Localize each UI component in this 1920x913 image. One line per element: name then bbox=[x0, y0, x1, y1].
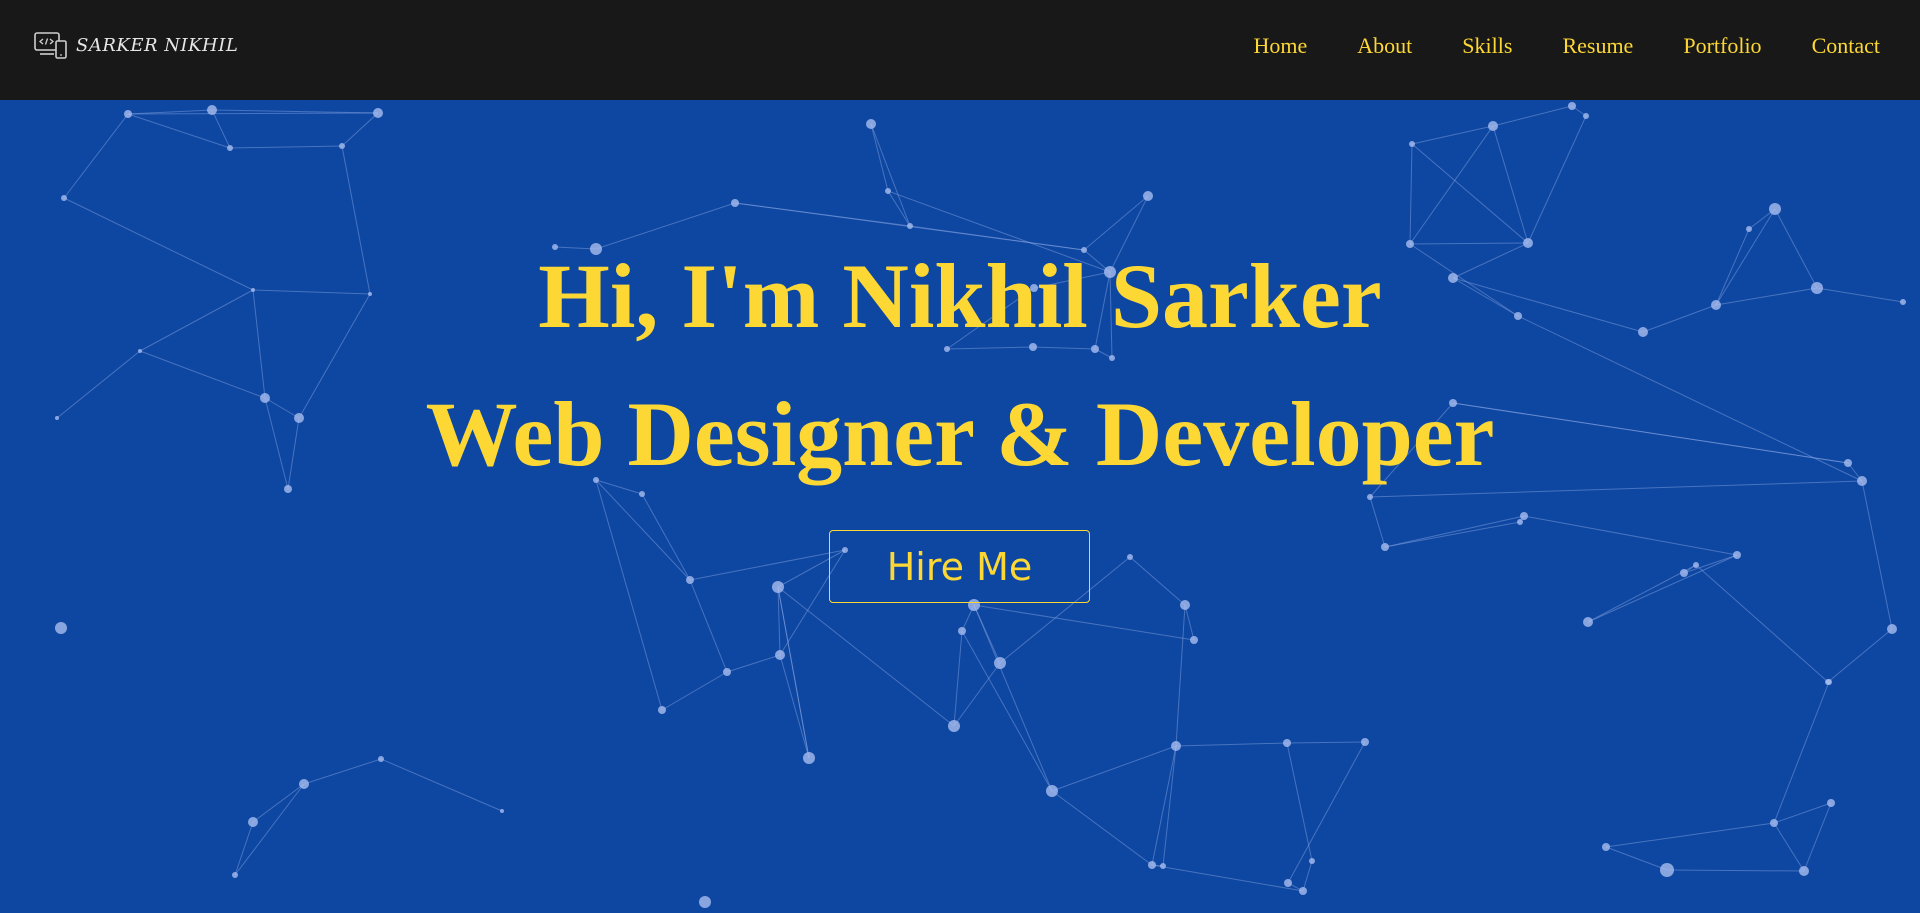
brand-logo[interactable]: SARKER NIKHIL bbox=[34, 30, 238, 60]
nav-link-home[interactable]: Home bbox=[1254, 33, 1308, 59]
nav-link-contact[interactable]: Contact bbox=[1812, 33, 1880, 59]
nav-link-skills[interactable]: Skills bbox=[1462, 33, 1512, 59]
hire-me-button[interactable]: Hire Me bbox=[829, 530, 1090, 603]
hero-role: Web Designer & Developer bbox=[425, 383, 1495, 485]
nav-link-resume[interactable]: Resume bbox=[1562, 33, 1633, 59]
nav-menu: Home About Skills Resume Portfolio Conta… bbox=[1204, 33, 1880, 59]
page: SARKER NIKHIL Home About Skills Resume P… bbox=[0, 0, 1920, 913]
code-devices-icon bbox=[34, 32, 67, 59]
brand-name: SARKER NIKHIL bbox=[76, 34, 239, 56]
navbar: SARKER NIKHIL Home About Skills Resume P… bbox=[0, 0, 1920, 100]
nav-link-portfolio[interactable]: Portfolio bbox=[1683, 33, 1761, 59]
hero-greeting: Hi, I'm Nikhil Sarker bbox=[538, 245, 1382, 347]
hero-section: Hi, I'm Nikhil Sarker Web Designer & Dev… bbox=[0, 0, 1920, 913]
nav-link-about[interactable]: About bbox=[1357, 33, 1412, 59]
